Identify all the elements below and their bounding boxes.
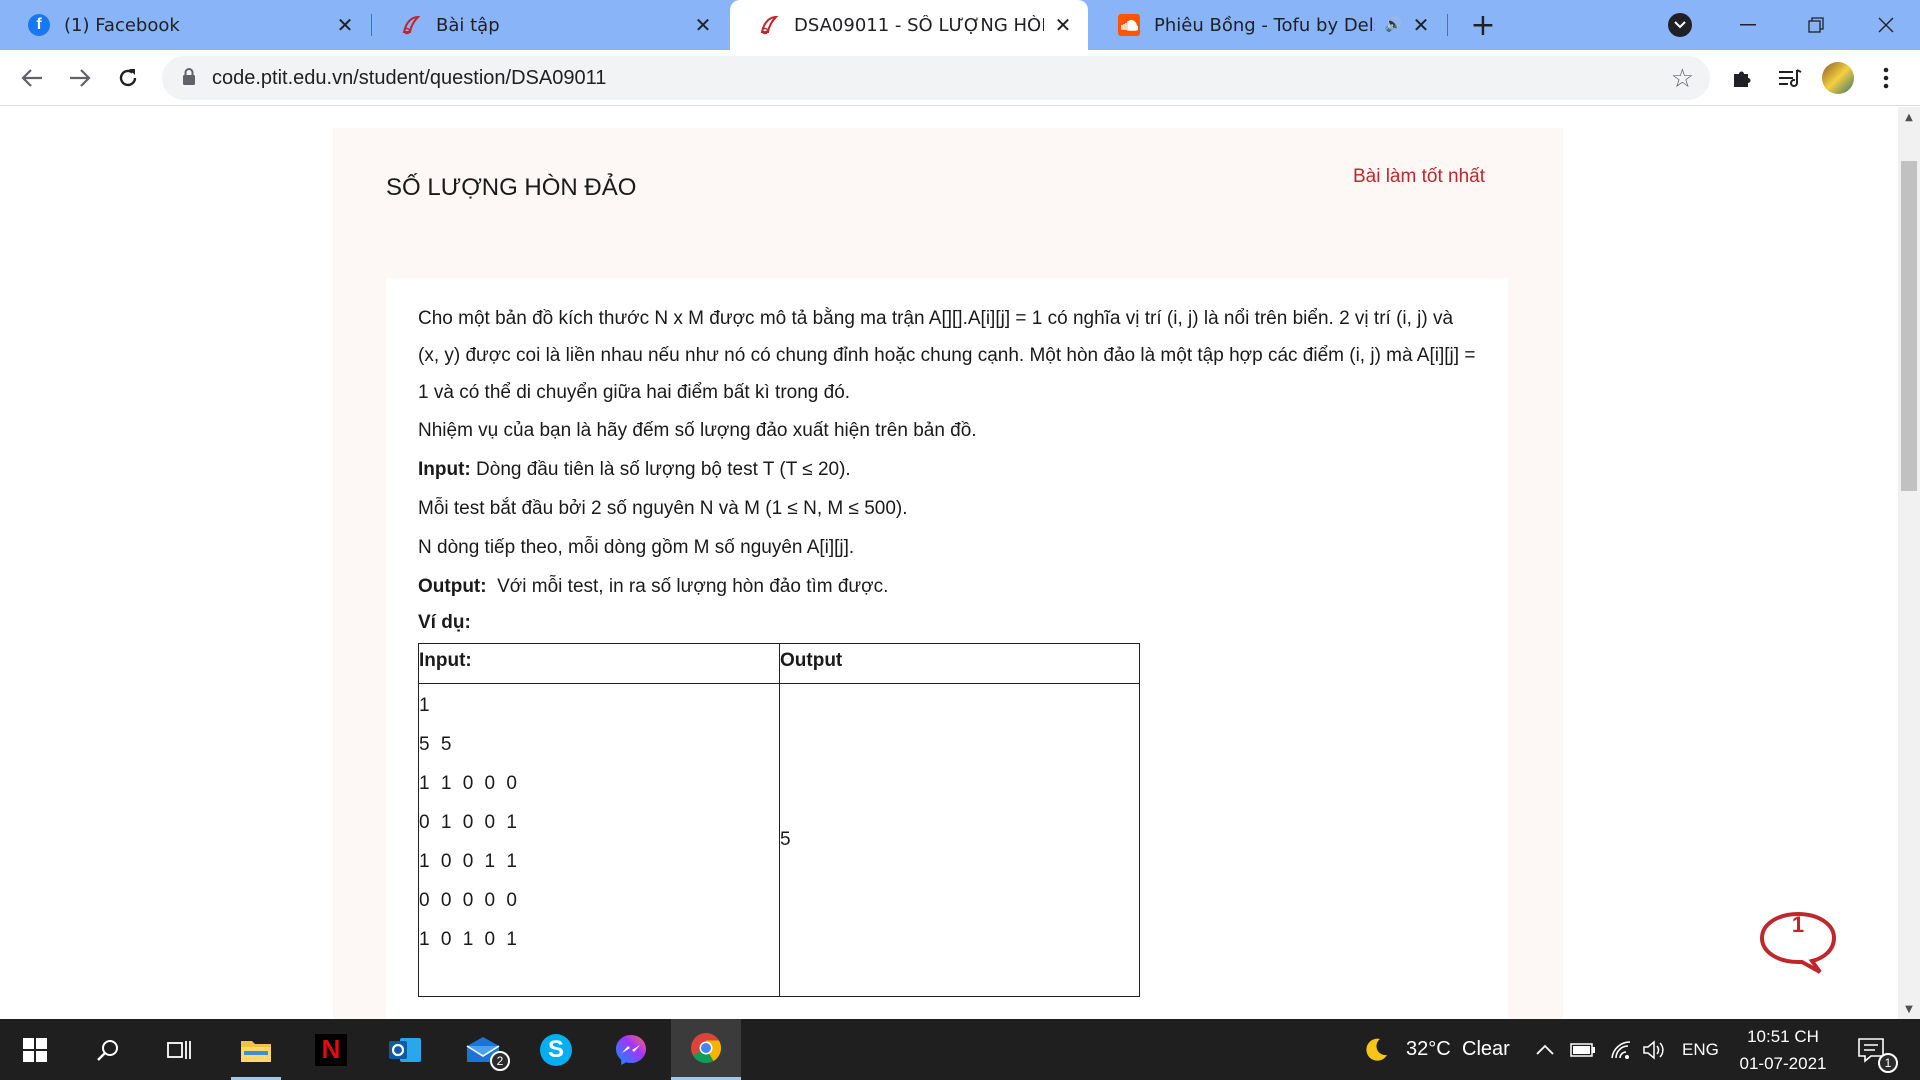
tab-separator <box>1447 14 1448 36</box>
output-text: Với mỗi test, in ra số lượng hòn đảo tìm… <box>486 576 889 597</box>
example-output-cell: 5 <box>779 683 1140 997</box>
weather-condition[interactable]: Clear <box>1462 1019 1510 1080</box>
menu-dots-icon[interactable] <box>1870 62 1902 94</box>
input-spec-line3: N dòng tiếp theo, mỗi dòng gồm M số nguy… <box>418 537 855 558</box>
outlook-icon[interactable] <box>370 1019 440 1080</box>
close-icon[interactable]: ✕ <box>334 13 356 37</box>
example-table: Input: Output 1 5 5 1 1 0 0 0 0 1 0 0 1 … <box>418 643 1140 997</box>
ptit-icon <box>400 14 422 36</box>
lock-icon[interactable] <box>182 68 198 88</box>
tab-dsa09011[interactable]: DSA09011 - SỐ LƯỢNG HÒN ĐẢ ✕ <box>730 0 1088 50</box>
close-window-icon[interactable] <box>1866 10 1906 40</box>
netflix-icon[interactable]: N <box>296 1019 366 1080</box>
reload-icon[interactable] <box>112 62 144 94</box>
scrollbar-thumb[interactable] <box>1901 161 1917 491</box>
wifi-icon[interactable] <box>1610 1019 1632 1080</box>
notification-icon[interactable]: 1 <box>1836 1019 1906 1080</box>
page-title: SỐ LƯỢNG HÒN ĐẢO <box>386 174 637 201</box>
clock-time: 10:51 CH <box>1747 1027 1819 1046</box>
chat-count: 1 <box>1791 912 1805 937</box>
mail-icon[interactable]: 2 <box>448 1019 518 1080</box>
task-view-icon[interactable] <box>144 1019 214 1080</box>
forward-arrow-icon[interactable] <box>64 62 96 94</box>
example-input-line: 0 0 0 0 0 <box>419 890 520 911</box>
input-spec-line2: Mỗi test bắt đầu bởi 2 số nguyên N và M … <box>418 498 908 519</box>
file-explorer-icon[interactable] <box>221 1019 291 1080</box>
address-bar[interactable]: code.ptit.edu.vn/student/question/DSA090… <box>162 56 1710 100</box>
browser-toolbar: code.ptit.edu.vn/student/question/DSA090… <box>0 50 1920 106</box>
moon-weather-icon[interactable] <box>1362 1019 1390 1080</box>
example-input-line: 1 1 0 0 0 <box>419 773 520 794</box>
restore-icon[interactable] <box>1796 10 1836 40</box>
close-icon[interactable]: ✕ <box>692 13 714 37</box>
search-icon[interactable] <box>73 1019 143 1080</box>
best-submission-link[interactable]: Bài làm tốt nhất <box>1353 166 1485 188</box>
weather-temperature[interactable]: 32°C <box>1406 1019 1451 1080</box>
new-tab-plus-icon[interactable]: + <box>1468 8 1498 43</box>
messenger-icon[interactable] <box>596 1019 666 1080</box>
table-header-output: Output <box>779 643 1140 684</box>
input-spec: Input: Dòng đầu tiên là số lượng bộ test… <box>418 450 1476 489</box>
skype-icon[interactable]: S <box>521 1019 591 1080</box>
tab-bai-tap[interactable]: Bài tập ✕ <box>372 0 728 50</box>
battery-icon[interactable] <box>1570 1019 1596 1080</box>
example-input-line: 0 1 0 0 1 <box>419 812 520 833</box>
problem-description: Cho một bản đồ kích thước N x M được mô … <box>418 308 1476 403</box>
problem-statement: Cho một bản đồ kích thước N x M được mô … <box>386 278 1508 1019</box>
close-icon[interactable]: ✕ <box>1052 13 1074 37</box>
ptit-icon <box>758 14 780 36</box>
output-label: Output: <box>418 576 487 597</box>
facebook-icon: f <box>28 14 50 36</box>
tab-facebook[interactable]: f (1) Facebook ✕ <box>0 0 370 50</box>
table-header-input: Input: <box>418 643 780 684</box>
problem-card: SỐ LƯỢNG HÒN ĐẢO Bài làm tốt nhất Cho mộ… <box>333 128 1563 1019</box>
scroll-up-arrow-icon[interactable]: ▲ <box>1898 107 1920 127</box>
system-clock[interactable]: 10:51 CH 01-07-2021 <box>1728 1023 1838 1077</box>
example-input-line: 1 0 0 1 1 <box>419 851 520 872</box>
vertical-scrollbar[interactable]: ▲ ▼ <box>1898 107 1920 1019</box>
profile-avatar[interactable] <box>1822 62 1854 94</box>
bookmark-star-icon[interactable]: ☆ <box>1671 64 1694 94</box>
chat-bubble-icon[interactable]: 1 <box>1758 910 1838 976</box>
notification-badge: 1 <box>1878 1053 1898 1073</box>
problem-task: Nhiệm vụ của bạn là hãy đếm số lượng đảo… <box>418 420 977 441</box>
windows-start-icon[interactable] <box>0 1019 70 1080</box>
tab-title: Bài tập <box>436 14 500 36</box>
tab-title: DSA09011 - SỐ LƯỢNG HÒN ĐẢ <box>794 14 1044 36</box>
url-text[interactable]: code.ptit.edu.vn/student/question/DSA090… <box>212 67 606 90</box>
example-label: Ví dụ: <box>418 612 471 633</box>
clock-date: 01-07-2021 <box>1739 1054 1827 1073</box>
page-viewport: SỐ LƯỢNG HÒN ĐẢO Bài làm tốt nhất Cho mộ… <box>0 107 1898 1019</box>
tab-soundcloud[interactable]: Phiêu Bồng - Tofu by Delspx 🔊 ✕ <box>1090 0 1446 50</box>
example-input-cell: 1 5 5 1 1 0 0 0 0 1 0 0 1 1 0 0 1 1 0 0 … <box>418 683 780 997</box>
tab-title: (1) Facebook <box>64 14 180 36</box>
minimize-icon[interactable] <box>1728 10 1768 40</box>
example-input-line: 1 0 1 0 1 <box>419 929 520 950</box>
input-text: Dòng đầu tiên là số lượng bộ test T (T ≤… <box>470 459 851 480</box>
close-icon[interactable]: ✕ <box>1410 13 1432 37</box>
example-input-line: 1 <box>419 695 433 716</box>
example-input-line: 5 5 <box>419 734 455 755</box>
output-spec: Output: Với mỗi test, in ra số lượng hòn… <box>418 567 1476 606</box>
language-indicator[interactable]: ENG <box>1682 1019 1719 1080</box>
chevron-up-icon[interactable] <box>1536 1019 1554 1080</box>
chrome-icon[interactable] <box>671 1019 741 1080</box>
windows-taskbar: N 2 S 32°C Clear ENG 10:51 CH 01-07-2021… <box>0 1019 1920 1080</box>
soundcloud-icon <box>1118 14 1140 36</box>
tab-strip: f (1) Facebook ✕ Bài tập ✕ DSA09011 - SỐ… <box>0 0 1920 50</box>
volume-icon[interactable] <box>1642 1019 1666 1080</box>
speaker-icon[interactable]: 🔊 <box>1385 17 1402 33</box>
input-label: Input: <box>418 459 471 480</box>
extensions-puzzle-icon[interactable] <box>1726 62 1758 94</box>
media-queue-icon[interactable] <box>1774 62 1806 94</box>
mail-badge: 2 <box>490 1051 510 1071</box>
back-arrow-icon[interactable] <box>16 62 48 94</box>
tab-title: Phiêu Bồng - Tofu by Delspx <box>1154 14 1375 36</box>
tab-search-chevron-icon[interactable] <box>1668 13 1692 37</box>
scroll-down-arrow-icon[interactable]: ▼ <box>1898 999 1920 1019</box>
